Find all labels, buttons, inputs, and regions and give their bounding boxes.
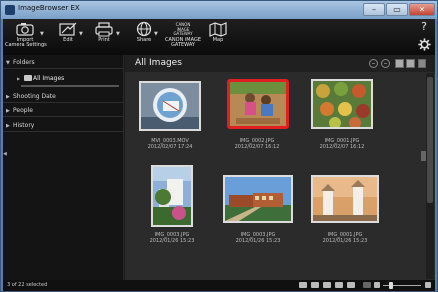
sidebar-section-label: History (13, 122, 35, 129)
thumbnail-caption: IMG_0002.JPG 2012/02/07 16:12 (217, 138, 297, 150)
panel-header: All Images – – (125, 55, 435, 72)
minimize-button[interactable]: – (363, 3, 385, 16)
view-thumbnail-icon[interactable] (311, 282, 319, 288)
page-title: All Images (135, 58, 182, 68)
gateway-button[interactable]: CANON iMAGE GATEWAY CANON iMAGE GATEWAY (163, 21, 203, 48)
import-dropdown-icon[interactable]: ▼ (40, 31, 44, 37)
photo-thumbnail-image (153, 167, 191, 225)
selection-count: 3 of 22 selected (7, 282, 48, 288)
expand-icon[interactable]: ▶ (6, 91, 10, 103)
sidebar: ▼ Folders ▶ All Images ▶ Shooting Date ▶… (3, 55, 124, 280)
photo-thumbnail-image (313, 81, 371, 127)
sidebar-section-label: Folders (13, 59, 35, 66)
thumbnail-caption: IMG_0001.JPG 2012/02/07 16:12 (302, 138, 382, 150)
sidebar-scrollbar[interactable] (21, 85, 119, 87)
edit-label: Edit (63, 37, 73, 43)
print-dropdown-icon[interactable]: ▼ (116, 31, 120, 37)
slider-handle[interactable] (389, 282, 393, 289)
rotate-left-icon[interactable] (395, 59, 404, 68)
printer-icon (95, 22, 113, 37)
sidebar-item-label: All Images (33, 75, 65, 82)
print-button[interactable]: Print ▼ (91, 21, 120, 43)
title-bar[interactable]: ImageBrowser EX – ▭ ✕ (1, 1, 437, 19)
thumbnail-img-0002[interactable] (227, 79, 289, 129)
main-scrollbar[interactable] (426, 73, 434, 279)
settings-button[interactable] (417, 38, 431, 51)
sort-icon[interactable] (299, 282, 307, 288)
photo-thumbnail-image (313, 177, 377, 221)
trash-icon[interactable] (418, 59, 426, 68)
display-size-icon[interactable] (363, 282, 371, 288)
expand-icon[interactable]: ▶ (6, 120, 10, 132)
video-thumbnail-image (141, 83, 199, 129)
edit-icon (59, 22, 77, 36)
print-label: Print (98, 37, 110, 43)
thumbnail-caption: IMG_0001.JPG 2012/01/26 15:23 (305, 232, 385, 244)
thumbnail-mvi-0003[interactable] (139, 81, 201, 131)
view-fullscreen-icon[interactable] (347, 282, 355, 288)
gateway-logo: CANON iMAGE GATEWAY (173, 22, 193, 36)
globe-icon (136, 21, 152, 37)
share-label: Share (136, 37, 152, 43)
file-date: 2012/02/07 16:12 (234, 144, 280, 150)
content-area: ▼ Folders ▶ All Images ▶ Shooting Date ▶… (3, 55, 435, 280)
expand-icon[interactable]: ▶ (17, 74, 20, 83)
file-date: 2012/02/07 17:24 (147, 144, 193, 150)
rotate-right-icon[interactable] (406, 59, 415, 68)
import-button[interactable]: Import Camera Settings ▼ (5, 21, 47, 48)
edit-button[interactable]: Edit ▼ (55, 21, 83, 43)
map-icon (209, 22, 227, 37)
zoom-out-small-icon[interactable] (374, 282, 380, 288)
close-button[interactable]: ✕ (409, 3, 435, 16)
zoom-in-small-icon[interactable] (425, 282, 431, 288)
thumbnail-img-0003-portrait[interactable] (151, 165, 193, 227)
thumbnail-caption: IMG_0003.JPG 2012/01/26 15:23 (218, 232, 298, 244)
thumbnail-img-0001[interactable] (311, 79, 373, 129)
sidebar-section-folders[interactable]: ▼ Folders (3, 57, 124, 69)
sidebar-section-label: Shooting Date (13, 93, 56, 100)
view-list-icon[interactable] (323, 282, 331, 288)
view-preview-icon[interactable] (335, 282, 343, 288)
folder-icon (24, 75, 32, 81)
photo-thumbnail-image (225, 177, 291, 221)
file-date: 2012/01/26 15:23 (235, 238, 281, 244)
zoom-in-icon[interactable]: – (381, 59, 390, 68)
map-label: Map (212, 37, 224, 43)
sidebar-item-all-images[interactable]: ▶ All Images (17, 74, 121, 83)
sidebar-section-people[interactable]: ▶ People (3, 105, 124, 117)
sidebar-section-history[interactable]: ▶ History (3, 120, 124, 132)
app-icon (5, 5, 15, 15)
help-button[interactable]: ? (417, 20, 431, 33)
file-date: 2012/02/07 16:12 (319, 144, 365, 150)
status-bar: 3 of 22 selected (3, 280, 435, 291)
photo-thumbnail-image (230, 82, 286, 126)
thumbnail-img-0001-windmills[interactable] (311, 175, 379, 223)
collapse-sidebar-icon[interactable]: ◀ (3, 151, 7, 157)
file-date: 2012/01/26 15:23 (149, 238, 195, 244)
maximize-button[interactable]: ▭ (386, 3, 408, 16)
thumbnail-caption: IMG_0003.JPG 2012/01/26 15:23 (132, 232, 212, 244)
collapse-icon[interactable]: ▼ (6, 57, 10, 69)
edit-dropdown-icon[interactable]: ▼ (79, 31, 83, 37)
share-dropdown-icon[interactable]: ▼ (154, 31, 158, 37)
sidebar-section-shooting-date[interactable]: ▶ Shooting Date (3, 91, 124, 103)
zoom-out-icon[interactable]: – (369, 59, 378, 68)
import-label: Import Camera Settings (5, 37, 47, 48)
toolbar: Import Camera Settings ▼ Edit ▼ Print ▼ (3, 19, 435, 55)
image-panel: All Images – – MVI_0003.MOV 2012/02/07 1… (125, 55, 435, 280)
gear-icon (417, 38, 431, 51)
map-button[interactable]: Map (207, 21, 229, 43)
thumbnail-caption: MVI_0003.MOV 2012/02/07 17:24 (130, 138, 210, 150)
gateway-label: CANON iMAGE GATEWAY (165, 37, 201, 48)
app-window: ImageBrowser EX – ▭ ✕ Import Camera Sett… (0, 0, 438, 292)
expand-icon[interactable]: ▶ (6, 105, 10, 117)
camera-icon (16, 23, 34, 36)
window-title: ImageBrowser EX (18, 4, 80, 12)
share-button[interactable]: Share ▼ (131, 21, 158, 43)
thumbnail-img-0003-train[interactable] (223, 175, 293, 223)
scrollbar-thumb[interactable] (427, 77, 433, 203)
sidebar-section-label: People (13, 107, 33, 114)
file-date: 2012/01/26 15:23 (322, 238, 368, 244)
